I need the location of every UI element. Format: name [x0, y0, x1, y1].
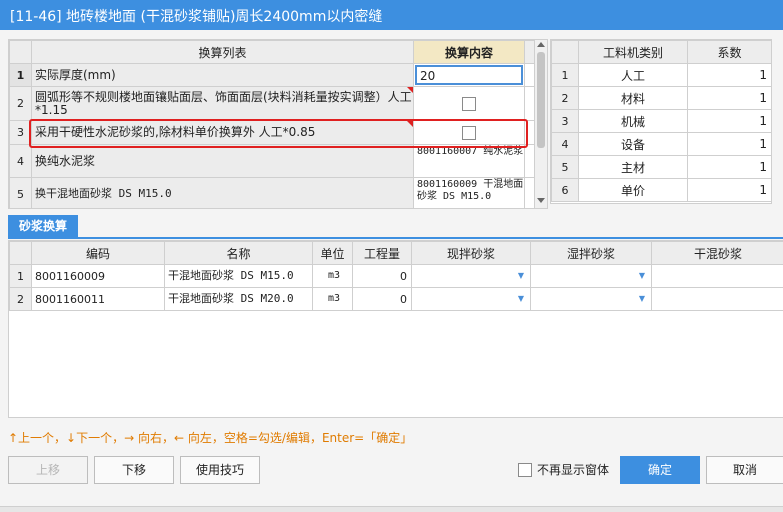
- dropdown-arrow-icon[interactable]: ▼: [518, 294, 524, 303]
- table-row[interactable]: 2 圆弧形等不规则楼地面镶贴面层、饰面面层(块料消耗量按实调整）人工*1.15: [10, 87, 536, 121]
- site-mix-select[interactable]: ▼: [412, 265, 531, 288]
- scrollbar-thumb[interactable]: [537, 52, 545, 148]
- table-row[interactable]: 1 实际厚度(mm) 20: [10, 64, 536, 87]
- replacement-cell[interactable]: 8001160009 干混地面砂浆 DS M15.0: [414, 178, 525, 210]
- confirm-button[interactable]: 确定: [620, 456, 700, 484]
- col-header-type: 工料机类别: [579, 41, 688, 64]
- coef-cell[interactable]: 1: [688, 156, 772, 179]
- coef-cell[interactable]: 1: [688, 179, 772, 202]
- row-label: 实际厚度(mm): [32, 64, 414, 87]
- site-mix-select[interactable]: ▼: [412, 288, 531, 311]
- usage-tips-button[interactable]: 使用技巧: [180, 456, 260, 484]
- keyboard-hint: ↑上一个，↓下一个，→ 向右，← 向左，空格=勾选/编辑，Enter=「确定」: [8, 429, 412, 446]
- checkbox-cell[interactable]: [414, 87, 525, 121]
- table-row[interactable]: 5 换干混地面砂浆 DS M15.0 8001160009 干混地面砂浆 DS …: [10, 178, 536, 210]
- coef-cell[interactable]: 1: [688, 133, 772, 156]
- col-header-code: 编码: [32, 242, 165, 265]
- table-row[interactable]: 4设备1: [552, 133, 772, 156]
- scroll-up-icon[interactable]: [537, 42, 545, 47]
- table-row[interactable]: 2 8001160011 干混地面砂浆 DS M20.0 m3 0 ▼ ▼: [10, 288, 783, 311]
- col-header-unit: 单位: [313, 242, 353, 265]
- col-header-wet-mix: 湿拌砂浆: [531, 242, 652, 265]
- no-show-checkbox[interactable]: [518, 463, 532, 477]
- col-header-site-mix: 现拌砂浆: [412, 242, 531, 265]
- row-label: 换干混地面砂浆 DS M15.0: [32, 178, 414, 210]
- dropdown-arrow-icon[interactable]: ▼: [639, 271, 645, 280]
- thickness-cell[interactable]: 20: [414, 64, 525, 87]
- col-header-dry-mix: 干混砂浆: [652, 242, 783, 265]
- coef-cell[interactable]: 1: [688, 87, 772, 110]
- scrollbar[interactable]: [534, 39, 548, 209]
- table-row[interactable]: 5主材1: [552, 156, 772, 179]
- dropdown-arrow-icon[interactable]: ▼: [639, 294, 645, 303]
- no-show-option[interactable]: 不再显示窗体: [518, 461, 609, 478]
- mortar-panel: 编码 名称 单位 工程量 现拌砂浆 湿拌砂浆 干混砂浆 1 8001160009…: [8, 240, 783, 418]
- cancel-button[interactable]: 取消: [706, 456, 783, 484]
- wet-mix-select[interactable]: ▼: [531, 288, 652, 311]
- col-header-coef: 系数: [688, 41, 772, 64]
- table-row[interactable]: 4 换纯水泥浆 8001160007 纯水泥浆: [10, 145, 536, 178]
- table-row[interactable]: 1人工1: [552, 64, 772, 87]
- mortar-table: 编码 名称 单位 工程量 现拌砂浆 湿拌砂浆 干混砂浆 1 8001160009…: [9, 241, 783, 311]
- background-window-strip: [0, 506, 783, 512]
- table-row[interactable]: 1 8001160009 干混地面砂浆 DS M15.0 m3 0 ▼ ▼: [10, 265, 783, 288]
- dialog-body: 换算列表 换算内容 1 实际厚度(mm) 20 2 圆弧形等不规则楼地面镶贴面层…: [0, 30, 783, 511]
- modified-marker: [407, 87, 413, 93]
- wet-mix-select[interactable]: ▼: [531, 265, 652, 288]
- thickness-input[interactable]: 20: [415, 65, 523, 85]
- move-up-button[interactable]: 上移: [8, 456, 88, 484]
- title-bar: [11-46] 地砖楼地面 (干混砂浆铺贴)周长2400mm以内密缝: [0, 0, 783, 30]
- row-label: 圆弧形等不规则楼地面镶贴面层、饰面面层(块料消耗量按实调整）人工*1.15: [32, 87, 414, 121]
- resource-table: 工料机类别 系数 1人工1 2材料1 3机械1 4设备1 5主材1 6单价1: [551, 40, 772, 202]
- resource-panel: 工料机类别 系数 1人工1 2材料1 3机械1 4设备1 5主材1 6单价1: [550, 39, 772, 204]
- col-header-name: 名称: [165, 242, 313, 265]
- row-label: 换纯水泥浆: [32, 145, 414, 178]
- scroll-down-icon[interactable]: [537, 198, 545, 203]
- tab-mortar[interactable]: 砂浆换算: [8, 215, 78, 237]
- window-title: [11-46] 地砖楼地面 (干混砂浆铺贴)周长2400mm以内密缝: [10, 6, 382, 26]
- corner-cell: [10, 41, 32, 64]
- highlight-box: [29, 119, 528, 148]
- col-header-list: 换算列表: [32, 41, 414, 64]
- col-header-content: 换算内容: [414, 41, 525, 64]
- coef-cell[interactable]: 1: [688, 110, 772, 133]
- dry-mix-cell[interactable]: [652, 288, 783, 311]
- checkbox[interactable]: [462, 97, 476, 111]
- col-header-qty: 工程量: [353, 242, 412, 265]
- coef-cell[interactable]: 1: [688, 64, 772, 87]
- table-row[interactable]: 3机械1: [552, 110, 772, 133]
- replacement-cell[interactable]: 8001160007 纯水泥浆: [414, 145, 525, 178]
- move-down-button[interactable]: 下移: [94, 456, 174, 484]
- dropdown-arrow-icon[interactable]: ▼: [518, 271, 524, 280]
- table-row[interactable]: 2材料1: [552, 87, 772, 110]
- tab-underline: [8, 237, 783, 239]
- dry-mix-cell[interactable]: [652, 265, 783, 288]
- table-row[interactable]: 6单价1: [552, 179, 772, 202]
- no-show-label: 不再显示窗体: [537, 463, 609, 477]
